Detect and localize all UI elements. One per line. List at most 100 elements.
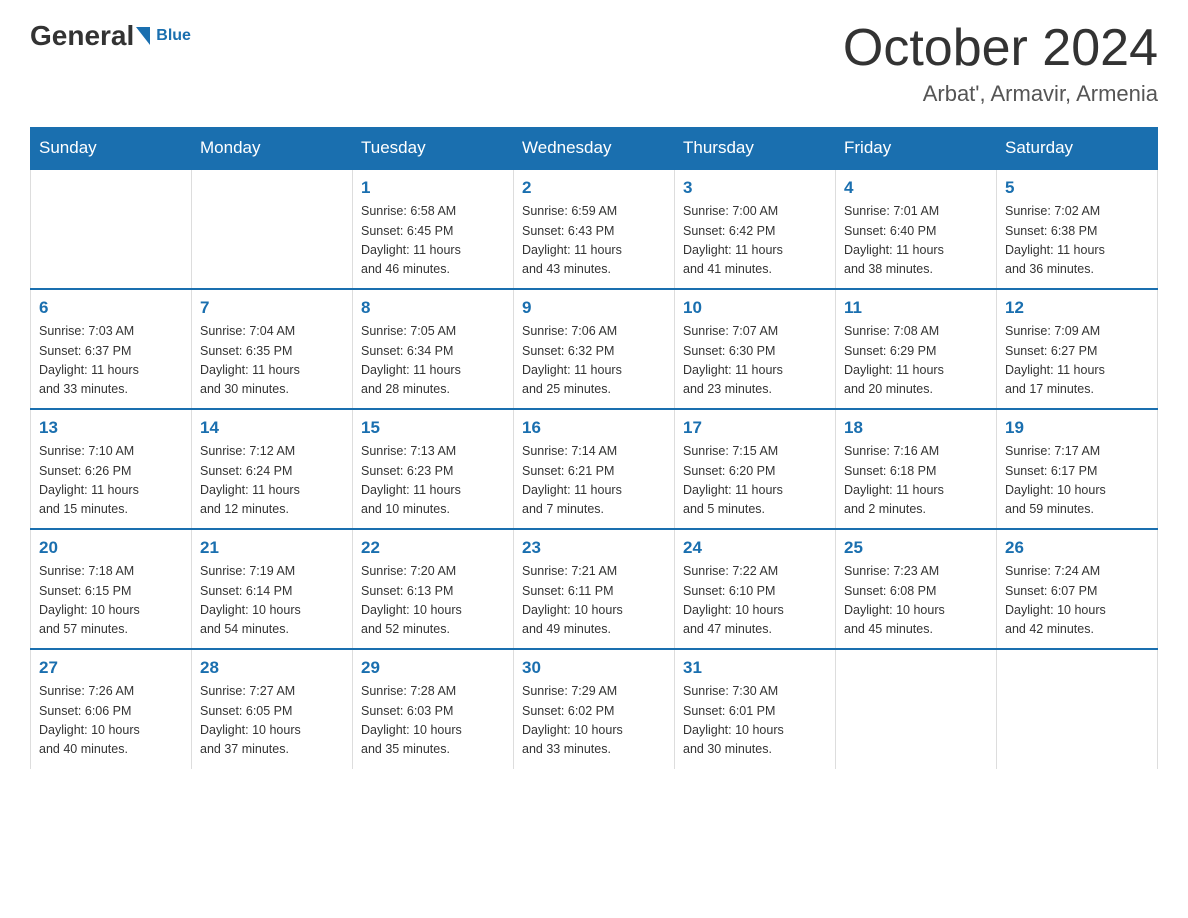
day-number: 26	[1005, 538, 1149, 558]
calendar-header-wednesday: Wednesday	[514, 128, 675, 170]
calendar-cell: 6 Sunrise: 7:03 AMSunset: 6:37 PMDaylight…	[31, 289, 192, 409]
calendar-week-row: 1 Sunrise: 6:58 AMSunset: 6:45 PMDaylight…	[31, 169, 1158, 289]
calendar-cell: 15 Sunrise: 7:13 AMSunset: 6:23 PMDayligh…	[353, 409, 514, 529]
day-info: Sunrise: 7:15 AMSunset: 6:20 PMDaylight:…	[683, 442, 827, 520]
day-info: Sunrise: 7:16 AMSunset: 6:18 PMDaylight:…	[844, 442, 988, 520]
day-info: Sunrise: 7:22 AMSunset: 6:10 PMDaylight:…	[683, 562, 827, 640]
calendar-cell: 18 Sunrise: 7:16 AMSunset: 6:18 PMDayligh…	[836, 409, 997, 529]
day-number: 4	[844, 178, 988, 198]
day-number: 30	[522, 658, 666, 678]
day-info: Sunrise: 7:07 AMSunset: 6:30 PMDaylight:…	[683, 322, 827, 400]
day-number: 11	[844, 298, 988, 318]
calendar-cell: 24 Sunrise: 7:22 AMSunset: 6:10 PMDayligh…	[675, 529, 836, 649]
calendar-cell: 31Sunrise: 7:30 AMSunset: 6:01 PMDayligh…	[675, 649, 836, 769]
day-info: Sunrise: 7:06 AMSunset: 6:32 PMDaylight:…	[522, 322, 666, 400]
calendar-cell: 9 Sunrise: 7:06 AMSunset: 6:32 PMDaylight…	[514, 289, 675, 409]
day-number: 22	[361, 538, 505, 558]
calendar-cell: 1 Sunrise: 6:58 AMSunset: 6:45 PMDaylight…	[353, 169, 514, 289]
day-number: 18	[844, 418, 988, 438]
calendar-cell: 30 Sunrise: 7:29 AMSunset: 6:02 PMDayligh…	[514, 649, 675, 769]
day-info: Sunrise: 7:02 AMSunset: 6:38 PMDaylight:…	[1005, 202, 1149, 280]
calendar-cell: 7 Sunrise: 7:04 AMSunset: 6:35 PMDaylight…	[192, 289, 353, 409]
day-info: Sunrise: 7:18 AMSunset: 6:15 PMDaylight:…	[39, 562, 183, 640]
day-info: Sunrise: 7:27 AMSunset: 6:05 PMDaylight:…	[200, 682, 344, 760]
calendar-week-row: 6 Sunrise: 7:03 AMSunset: 6:37 PMDaylight…	[31, 289, 1158, 409]
calendar-cell: 29 Sunrise: 7:28 AMSunset: 6:03 PMDayligh…	[353, 649, 514, 769]
day-info: Sunrise: 6:59 AMSunset: 6:43 PMDaylight:…	[522, 202, 666, 280]
logo-blue-text: Blue	[156, 27, 191, 45]
calendar-cell	[997, 649, 1158, 769]
calendar-cell: 10Sunrise: 7:07 AMSunset: 6:30 PMDayligh…	[675, 289, 836, 409]
calendar-cell: 4 Sunrise: 7:01 AMSunset: 6:40 PMDaylight…	[836, 169, 997, 289]
day-info: Sunrise: 7:14 AMSunset: 6:21 PMDaylight:…	[522, 442, 666, 520]
calendar-cell	[31, 169, 192, 289]
calendar-cell: 5 Sunrise: 7:02 AMSunset: 6:38 PMDaylight…	[997, 169, 1158, 289]
day-info: Sunrise: 7:23 AMSunset: 6:08 PMDaylight:…	[844, 562, 988, 640]
calendar-cell: 21 Sunrise: 7:19 AMSunset: 6:14 PMDayligh…	[192, 529, 353, 649]
calendar-header-sunday: Sunday	[31, 128, 192, 170]
day-number: 24	[683, 538, 827, 558]
day-info: Sunrise: 7:20 AMSunset: 6:13 PMDaylight:…	[361, 562, 505, 640]
calendar-header-saturday: Saturday	[997, 128, 1158, 170]
calendar-cell: 8Sunrise: 7:05 AMSunset: 6:34 PMDaylight…	[353, 289, 514, 409]
day-info: Sunrise: 7:04 AMSunset: 6:35 PMDaylight:…	[200, 322, 344, 400]
calendar-cell: 26 Sunrise: 7:24 AMSunset: 6:07 PMDayligh…	[997, 529, 1158, 649]
day-number: 9	[522, 298, 666, 318]
day-number: 15	[361, 418, 505, 438]
calendar-cell: 16Sunrise: 7:14 AMSunset: 6:21 PMDayligh…	[514, 409, 675, 529]
day-number: 5	[1005, 178, 1149, 198]
day-number: 14	[200, 418, 344, 438]
calendar-header-row: SundayMondayTuesdayWednesdayThursdayFrid…	[31, 128, 1158, 170]
day-info: Sunrise: 7:24 AMSunset: 6:07 PMDaylight:…	[1005, 562, 1149, 640]
day-info: Sunrise: 7:29 AMSunset: 6:02 PMDaylight:…	[522, 682, 666, 760]
day-number: 19	[1005, 418, 1149, 438]
day-info: Sunrise: 7:17 AMSunset: 6:17 PMDaylight:…	[1005, 442, 1149, 520]
calendar-cell: 22 Sunrise: 7:20 AMSunset: 6:13 PMDayligh…	[353, 529, 514, 649]
calendar-header-friday: Friday	[836, 128, 997, 170]
calendar-cell: 3 Sunrise: 7:00 AMSunset: 6:42 PMDaylight…	[675, 169, 836, 289]
calendar-header-thursday: Thursday	[675, 128, 836, 170]
day-number: 2	[522, 178, 666, 198]
calendar-cell	[192, 169, 353, 289]
calendar-cell: 12Sunrise: 7:09 AMSunset: 6:27 PMDayligh…	[997, 289, 1158, 409]
day-info: Sunrise: 7:13 AMSunset: 6:23 PMDaylight:…	[361, 442, 505, 520]
calendar-week-row: 13Sunrise: 7:10 AMSunset: 6:26 PMDayligh…	[31, 409, 1158, 529]
day-info: Sunrise: 7:26 AMSunset: 6:06 PMDaylight:…	[39, 682, 183, 760]
day-info: Sunrise: 7:09 AMSunset: 6:27 PMDaylight:…	[1005, 322, 1149, 400]
logo-general-text: General	[30, 20, 134, 52]
day-info: Sunrise: 7:12 AMSunset: 6:24 PMDaylight:…	[200, 442, 344, 520]
calendar-week-row: 20Sunrise: 7:18 AMSunset: 6:15 PMDayligh…	[31, 529, 1158, 649]
calendar-cell: 25 Sunrise: 7:23 AMSunset: 6:08 PMDayligh…	[836, 529, 997, 649]
day-number: 21	[200, 538, 344, 558]
day-number: 8	[361, 298, 505, 318]
logo: General Blue	[30, 20, 191, 52]
day-number: 31	[683, 658, 827, 678]
calendar-cell	[836, 649, 997, 769]
calendar-cell: 14 Sunrise: 7:12 AMSunset: 6:24 PMDayligh…	[192, 409, 353, 529]
day-info: Sunrise: 7:03 AMSunset: 6:37 PMDaylight:…	[39, 322, 183, 400]
day-info: Sunrise: 7:01 AMSunset: 6:40 PMDaylight:…	[844, 202, 988, 280]
calendar-cell: 27Sunrise: 7:26 AMSunset: 6:06 PMDayligh…	[31, 649, 192, 769]
day-number: 25	[844, 538, 988, 558]
day-number: 7	[200, 298, 344, 318]
day-info: Sunrise: 7:19 AMSunset: 6:14 PMDaylight:…	[200, 562, 344, 640]
day-info: Sunrise: 7:10 AMSunset: 6:26 PMDaylight:…	[39, 442, 183, 520]
calendar-cell: 23Sunrise: 7:21 AMSunset: 6:11 PMDayligh…	[514, 529, 675, 649]
calendar-header-monday: Monday	[192, 128, 353, 170]
day-number: 6	[39, 298, 183, 318]
calendar-cell: 19 Sunrise: 7:17 AMSunset: 6:17 PMDayligh…	[997, 409, 1158, 529]
page-header: General Blue October 2024 Arbat', Armavi…	[30, 20, 1158, 107]
day-number: 3	[683, 178, 827, 198]
day-number: 1	[361, 178, 505, 198]
calendar-cell: 20Sunrise: 7:18 AMSunset: 6:15 PMDayligh…	[31, 529, 192, 649]
day-info: Sunrise: 7:00 AMSunset: 6:42 PMDaylight:…	[683, 202, 827, 280]
day-info: Sunrise: 6:58 AMSunset: 6:45 PMDaylight:…	[361, 202, 505, 280]
day-info: Sunrise: 7:08 AMSunset: 6:29 PMDaylight:…	[844, 322, 988, 400]
day-info: Sunrise: 7:28 AMSunset: 6:03 PMDaylight:…	[361, 682, 505, 760]
calendar-cell: 11 Sunrise: 7:08 AMSunset: 6:29 PMDayligh…	[836, 289, 997, 409]
day-info: Sunrise: 7:21 AMSunset: 6:11 PMDaylight:…	[522, 562, 666, 640]
day-number: 29	[361, 658, 505, 678]
month-title: October 2024	[843, 20, 1158, 77]
calendar-cell: 28 Sunrise: 7:27 AMSunset: 6:05 PMDayligh…	[192, 649, 353, 769]
day-number: 28	[200, 658, 344, 678]
